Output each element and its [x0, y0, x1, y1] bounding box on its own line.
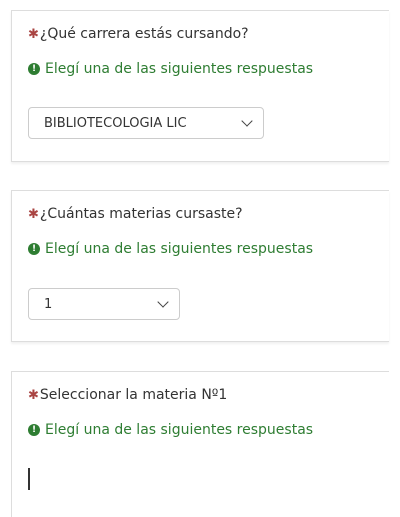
required-asterisk-icon: ✱ — [28, 207, 39, 222]
carrera-select[interactable]: BIBLIOTECOLOGIA LIC — [28, 107, 264, 139]
chevron-down-icon — [157, 296, 169, 308]
question-hint: ! Elegí una de las siguientes respuestas — [28, 241, 313, 257]
question-text: ¿Qué carrera estás cursando? — [39, 26, 249, 42]
question-card-cantidad-materias: ✱¿Cuántas materias cursaste? ! Elegí una… — [11, 190, 389, 342]
survey-page: ✱¿Qué carrera estás cursando? ! Elegí un… — [0, 0, 400, 517]
hint-text: Elegí una de las siguientes respuestas — [45, 241, 314, 257]
question-card-materia-1: ✱Seleccionar la materia Nº1 ! Elegí una … — [11, 371, 389, 517]
text-cursor[interactable] — [28, 468, 30, 490]
question-text: ¿Cuántas materias cursaste? — [39, 206, 243, 222]
required-asterisk-icon: ✱ — [28, 388, 39, 403]
question-label-cantidad-materias: ✱¿Cuántas materias cursaste? — [28, 206, 243, 222]
cantidad-materias-select[interactable]: 1 — [28, 288, 180, 320]
question-text: Seleccionar la materia Nº1 — [39, 387, 228, 403]
question-hint: ! Elegí una de las siguientes respuestas — [28, 61, 313, 77]
exclamation-circle-icon: ! — [28, 424, 40, 436]
question-hint: ! Elegí una de las siguientes respuestas — [28, 422, 313, 438]
question-label-materia-1: ✱Seleccionar la materia Nº1 — [28, 387, 227, 403]
exclamation-circle-icon: ! — [28, 243, 40, 255]
chevron-down-icon — [241, 115, 253, 127]
exclamation-circle-icon: ! — [28, 63, 40, 75]
select-value: 1 — [44, 296, 53, 312]
required-asterisk-icon: ✱ — [28, 27, 39, 42]
select-value: BIBLIOTECOLOGIA LIC — [44, 115, 187, 131]
question-label-carrera: ✱¿Qué carrera estás cursando? — [28, 26, 249, 42]
hint-text: Elegí una de las siguientes respuestas — [45, 61, 314, 77]
question-card-carrera: ✱¿Qué carrera estás cursando? ! Elegí un… — [11, 10, 389, 162]
hint-text: Elegí una de las siguientes respuestas — [45, 422, 314, 438]
